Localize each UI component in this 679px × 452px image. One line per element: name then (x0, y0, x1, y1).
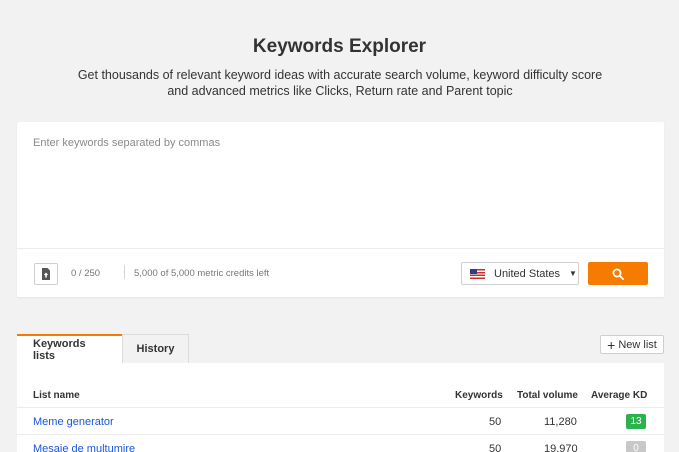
column-header-list-name: List name (33, 390, 80, 401)
new-list-button[interactable]: + New list (600, 335, 664, 354)
keywords-input[interactable] (17, 122, 664, 248)
divider (124, 265, 125, 279)
page-title: Keywords Explorer (252, 36, 427, 57)
column-header-average-kd: Average KD (591, 390, 648, 401)
row-divider (17, 407, 664, 408)
search-button[interactable] (588, 262, 648, 285)
credits-remaining: 5,000 of 5,000 metric credits left (134, 268, 270, 279)
upload-icon (42, 268, 50, 280)
kd-badge: 13 (626, 414, 646, 429)
new-list-label: New list (618, 338, 657, 351)
keywords-count: 50 (489, 443, 502, 452)
column-header-keywords: Keywords (455, 390, 503, 401)
subtitle-line-1: Get thousands of relevant keyword ideas … (77, 68, 603, 82)
tab-keywords-lists[interactable]: Keywords lists (17, 334, 122, 363)
caret-down-icon: ▼ (569, 269, 577, 278)
keywords-count: 50 (489, 416, 502, 428)
column-header-total-volume: Total volume (517, 390, 578, 401)
keyword-lists-table: List name Keywords Total volume Average … (17, 363, 664, 452)
keyword-counter: 0 / 250 (71, 268, 101, 279)
list-name-link[interactable]: Meme generator (33, 416, 114, 428)
page-subtitle: Get thousands of relevant keyword ideas … (60, 67, 620, 99)
panel-divider (17, 248, 664, 249)
tab-history[interactable]: History (122, 334, 189, 363)
upload-button[interactable] (34, 263, 58, 285)
total-volume: 11,280 (544, 416, 577, 428)
plus-icon: + (607, 336, 616, 353)
country-label: United States (494, 267, 561, 280)
list-name-link[interactable]: Mesaje de multumire (33, 443, 135, 452)
row-divider (17, 434, 664, 435)
us-flag-icon (470, 268, 485, 279)
keyword-search-panel: 0 / 250 5,000 of 5,000 metric credits le… (17, 122, 664, 297)
search-icon (612, 268, 624, 280)
lists-tabs: Keywords lists History (17, 334, 189, 363)
country-select[interactable]: United States ▼ (461, 262, 579, 285)
kd-badge: 0 (626, 441, 646, 452)
total-volume: 19,970 (544, 443, 578, 452)
subtitle-line-2: and advanced metrics like Clicks, Return… (167, 84, 513, 98)
